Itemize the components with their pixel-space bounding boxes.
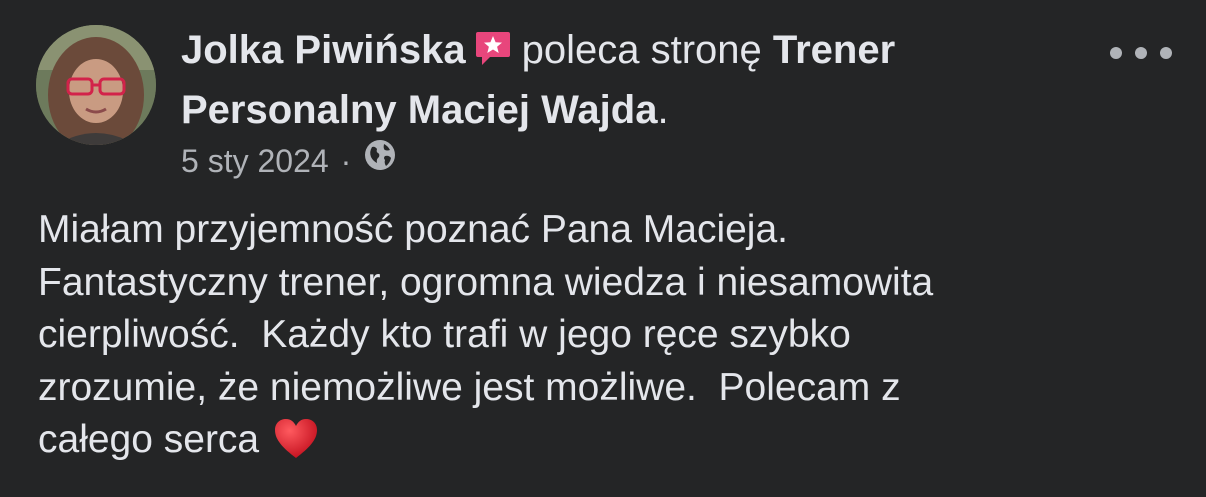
page-name-line2[interactable]: Personalny Maciej Wajda: [181, 88, 657, 132]
post-card: Jolka Piwińska poleca stronę Trener Perso…: [0, 0, 1206, 497]
post-header: Jolka Piwińska poleca stronę Trener Perso…: [181, 22, 1061, 138]
author-name[interactable]: Jolka Piwińska: [181, 28, 466, 72]
body-line: Miałam przyjemność poznać Pana Macieja.: [38, 208, 788, 251]
more-dot: [1160, 47, 1172, 59]
post-body: Miałam przyjemność poznać Pana Macieja. …: [38, 204, 1178, 475]
post-date[interactable]: 5 sty 2024: [181, 139, 329, 183]
page-name-line1[interactable]: Trener: [773, 28, 895, 72]
globe-icon[interactable]: [363, 138, 397, 183]
more-options-icon[interactable]: [1110, 36, 1172, 70]
avatar[interactable]: [36, 25, 156, 145]
body-last-line: całego serca: [38, 414, 1178, 475]
body-line: cierpliwość. Każdy kto trafi w jego ręce…: [38, 313, 851, 356]
body-line: zrozumie, że niemożliwe jest możliwe. Po…: [38, 365, 901, 409]
recommendation-star-icon: [474, 26, 512, 82]
more-dot: [1110, 47, 1122, 59]
profile-photo-icon: [36, 25, 156, 145]
more-dot: [1135, 47, 1147, 59]
meta-separator: ·: [340, 142, 352, 179]
action-text: poleca stronę: [521, 28, 762, 72]
body-line: Fantastyczny trener, ogromna wiedza i ni…: [38, 260, 934, 304]
page-name-suffix: .: [657, 88, 669, 132]
heart-emoji-icon: [273, 418, 319, 475]
post-meta: 5 sty 2024 ·: [181, 138, 397, 183]
body-line: całego serca: [38, 418, 260, 461]
